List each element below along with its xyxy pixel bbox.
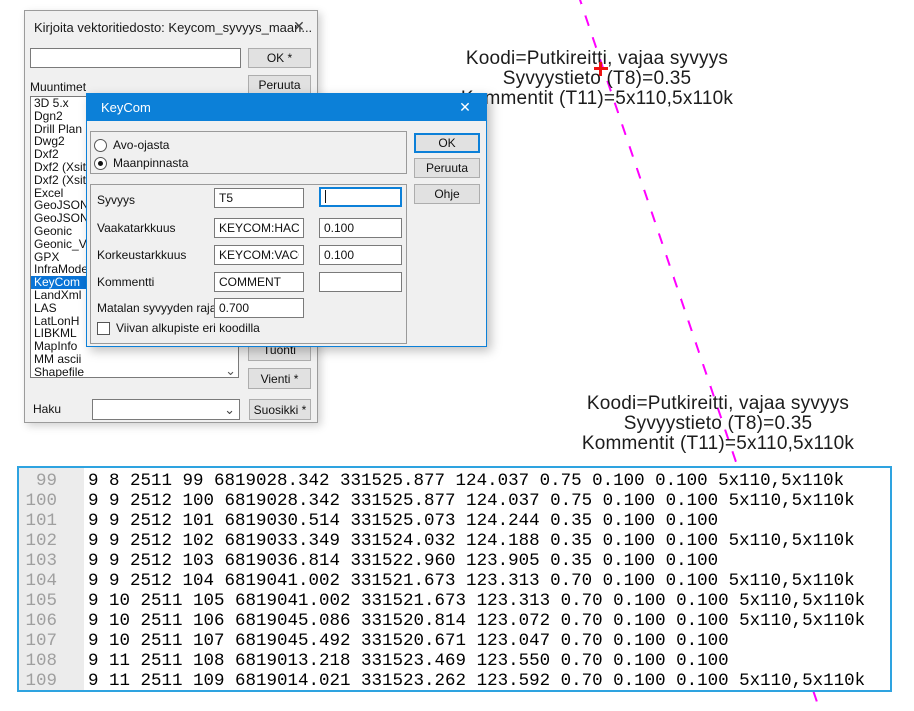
radio-selected-icon[interactable] bbox=[94, 157, 107, 170]
cross-bar bbox=[599, 62, 602, 76]
scroll-down-icon[interactable]: ⌄ bbox=[225, 365, 236, 376]
close-icon[interactable]: ✕ bbox=[289, 17, 309, 35]
table-row: 1069 10 2511 106 6819045.086 331520.814 … bbox=[19, 611, 890, 631]
line-number: 103 bbox=[19, 551, 84, 571]
kommentti-value-input[interactable] bbox=[319, 272, 402, 292]
search-label: Haku bbox=[33, 402, 61, 416]
syvyys-value-input[interactable] bbox=[319, 187, 402, 207]
text-caret bbox=[325, 190, 326, 203]
row-text: 9 9 2512 100 6819028.342 331525.877 124.… bbox=[84, 491, 855, 511]
row-text: 9 10 2511 106 6819045.086 331520.814 123… bbox=[84, 611, 865, 631]
annotation-line: Syvyystieto (T8)=0.35 bbox=[568, 414, 868, 434]
vaakatarkkuus-code-input[interactable] bbox=[214, 218, 304, 238]
radio-maanpinnasta[interactable]: Maanpinnasta bbox=[94, 156, 188, 170]
export-button[interactable]: Vienti * bbox=[248, 368, 311, 389]
keycom-cancel-button[interactable]: Peruuta bbox=[414, 158, 480, 178]
row-text: 9 10 2511 105 6819041.002 331521.673 123… bbox=[84, 591, 865, 611]
row-text: 9 9 2512 103 6819036.814 331522.960 123.… bbox=[84, 551, 718, 571]
map-annotation-2: Koodi=Putkireitti, vajaa syvyys Syvyysti… bbox=[568, 394, 868, 454]
line-number: 109 bbox=[19, 671, 84, 691]
field-label-syvyys: Syvyys bbox=[97, 193, 135, 207]
vaakatarkkuus-value-input[interactable] bbox=[319, 218, 402, 238]
keycom-dialog-title: KeyCom bbox=[101, 100, 151, 115]
favorite-button[interactable]: Suosikki * bbox=[249, 399, 311, 420]
field-label-vaakatarkkuus: Vaakatarkkuus bbox=[97, 221, 176, 235]
close-icon[interactable]: ✕ bbox=[454, 98, 476, 117]
row-text: 9 9 2512 101 6819030.514 331525.073 124.… bbox=[84, 511, 718, 531]
line-number: 104 bbox=[19, 571, 84, 591]
table-row: 999 8 2511 99 6819028.342 331525.877 124… bbox=[19, 471, 890, 491]
table-row: 1049 9 2512 104 6819041.002 331521.673 1… bbox=[19, 571, 890, 591]
dialog-title: Kirjoita vektoritiedosto: Keycom_syvyys_… bbox=[34, 20, 312, 35]
keycom-file-preview-table[interactable]: 999 8 2511 99 6819028.342 331525.877 124… bbox=[17, 466, 892, 692]
row-text: 9 11 2511 108 6819013.218 331523.469 123… bbox=[84, 651, 729, 671]
point-marker-cross-icon bbox=[594, 62, 608, 76]
row-text: 9 8 2511 99 6819028.342 331525.877 124.0… bbox=[84, 471, 844, 491]
line-number: 101 bbox=[19, 511, 84, 531]
table-row: 1089 11 2511 108 6819013.218 331523.469 … bbox=[19, 651, 890, 671]
row-text: 9 10 2511 107 6819045.492 331520.671 123… bbox=[84, 631, 729, 651]
line-number: 107 bbox=[19, 631, 84, 651]
checkbox-label: Viivan alkupiste eri koodilla bbox=[116, 321, 260, 335]
screen: Koodi=Putkireitti, vajaa syvyys Syvyysti… bbox=[0, 0, 914, 711]
converters-label: Muuntimet bbox=[30, 80, 86, 94]
line-number: 102 bbox=[19, 531, 84, 551]
keycom-help-button[interactable]: Ohje bbox=[414, 184, 480, 204]
search-combobox[interactable]: ⌄ bbox=[92, 399, 240, 420]
row-text: 9 9 2512 102 6819033.349 331524.032 124.… bbox=[84, 531, 855, 551]
line-number: 108 bbox=[19, 651, 84, 671]
table-row: 1009 9 2512 100 6819028.342 331525.877 1… bbox=[19, 491, 890, 511]
list-item-shapefile[interactable]: Shapefile bbox=[31, 366, 238, 378]
data-rows: 999 8 2511 99 6819028.342 331525.877 124… bbox=[19, 468, 890, 691]
annotation-line: Kommentit (T11)=5x110,5x110k bbox=[568, 434, 868, 454]
field-label-korkeustarkkuus: Korkeustarkkuus bbox=[97, 248, 186, 262]
table-row: 1029 9 2512 102 6819033.349 331524.032 1… bbox=[19, 531, 890, 551]
table-row: 1039 9 2512 103 6819036.814 331522.960 1… bbox=[19, 551, 890, 571]
table-row: 1019 9 2512 101 6819030.514 331525.073 1… bbox=[19, 511, 890, 531]
annotation-line: Kommentit (T11)=5x110,5x110k bbox=[457, 89, 737, 109]
keycom-ok-button[interactable]: OK bbox=[414, 133, 480, 153]
table-row: 1099 11 2511 109 6819014.021 331523.262 … bbox=[19, 671, 890, 691]
line-number: 106 bbox=[19, 611, 84, 631]
keycom-title-bar[interactable]: KeyCom ✕ bbox=[87, 94, 486, 121]
syvyys-code-input[interactable] bbox=[214, 188, 304, 208]
radio-label: Maanpinnasta bbox=[113, 156, 188, 170]
row-text: 9 9 2512 104 6819041.002 331521.673 123.… bbox=[84, 571, 855, 591]
kommentti-code-input[interactable] bbox=[214, 272, 304, 292]
checkbox-unchecked-icon[interactable] bbox=[97, 322, 110, 335]
cancel-button[interactable]: Peruuta bbox=[248, 75, 311, 95]
radio-avo-ojasta[interactable]: Avo-ojasta bbox=[94, 138, 169, 152]
line-number: 100 bbox=[19, 491, 84, 511]
line-number: 105 bbox=[19, 591, 84, 611]
matalan-syvyyden-raja-input[interactable] bbox=[214, 298, 304, 318]
filename-input[interactable] bbox=[30, 48, 241, 68]
line-number: 99 bbox=[19, 471, 84, 491]
keycom-dialog: KeyCom ✕ Avo-ojasta Maanpinnasta Syvyys … bbox=[86, 93, 487, 347]
chevron-down-icon[interactable]: ⌄ bbox=[224, 402, 235, 418]
row-text: 9 11 2511 109 6819014.021 331523.262 123… bbox=[84, 671, 865, 691]
korkeustarkkuus-value-input[interactable] bbox=[319, 245, 402, 265]
field-label-kommentti: Kommentti bbox=[97, 275, 154, 289]
radio-label: Avo-ojasta bbox=[113, 138, 169, 152]
table-row: 1079 10 2511 107 6819045.492 331520.671 … bbox=[19, 631, 890, 651]
annotation-line: Koodi=Putkireitti, vajaa syvyys bbox=[568, 394, 868, 414]
map-annotation-1: Koodi=Putkireitti, vajaa syvyys Syvyysti… bbox=[457, 49, 737, 109]
field-label-matalan-syvyyden-raja: Matalan syvyyden raja bbox=[97, 301, 216, 315]
korkeustarkkuus-code-input[interactable] bbox=[214, 245, 304, 265]
radio-icon[interactable] bbox=[94, 139, 107, 152]
list-item-mm-ascii[interactable]: MM ascii bbox=[31, 353, 238, 366]
ok-button[interactable]: OK * bbox=[248, 48, 311, 68]
table-row: 1059 10 2511 105 6819041.002 331521.673 … bbox=[19, 591, 890, 611]
line-start-code-checkbox-row[interactable]: Viivan alkupiste eri koodilla bbox=[97, 321, 260, 335]
